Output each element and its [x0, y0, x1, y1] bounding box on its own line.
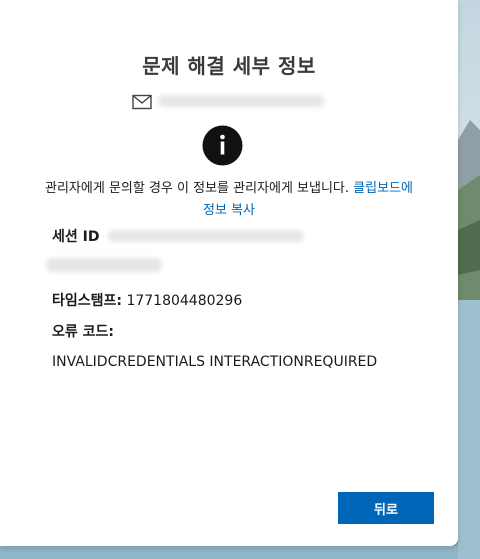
error-code-label: 오류 코드: [52, 324, 114, 340]
dialog-title: 문제 해결 세부 정보 [142, 54, 316, 78]
info-message: 관리자에게 문의할 경우 이 정보를 관리자에게 보냅니다. 클립보드에 정보 … [40, 178, 418, 222]
error-code-value: INVALIDCREDENTIALS INTERACTIONREQUIRED [52, 354, 378, 370]
timestamp-value: 1771804480296 [126, 293, 243, 309]
redacted-session-id [108, 230, 304, 242]
info-icon [202, 125, 243, 166]
session-id-label: 세션 ID [52, 229, 100, 245]
account-email-row [132, 92, 152, 112]
timestamp-label: 타임스탬프: [52, 293, 122, 309]
timestamp-row: 타임스탬프: 1771804480296 [52, 290, 242, 310]
back-button[interactable]: 뒤로 [338, 492, 434, 524]
info-message-text: 관리자에게 문의할 경우 이 정보를 관리자에게 보냅니다. [45, 181, 350, 196]
redacted-session-id-continued [46, 258, 162, 272]
mail-icon [132, 94, 152, 110]
session-id-row: 세션 ID [52, 226, 99, 246]
troubleshooting-dialog: 문제 해결 세부 정보 관리자에게 문의할 경우 이 정보를 관리자에게 보냅니… [0, 0, 458, 546]
redacted-email [158, 95, 324, 107]
